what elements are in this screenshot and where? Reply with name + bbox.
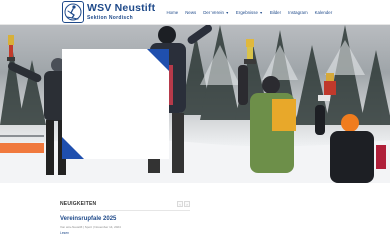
skier-logo-icon <box>62 1 84 23</box>
nav-item-label: Bilder <box>269 10 282 15</box>
news-section-label: NEUIGKEITEN <box>60 201 97 207</box>
site-logo[interactable]: WSV Neustift Sektion Nordisch <box>62 1 155 23</box>
chevron-down-icon: ▼ <box>225 10 229 15</box>
read-more-link[interactable]: Lesen <box>60 231 69 235</box>
hero-photo-illustration <box>0 25 390 183</box>
nav-item-news[interactable]: News <box>182 8 200 17</box>
site-header: WSV Neustift Sektion Nordisch Home News … <box>0 0 390 25</box>
nav-item-instagram[interactable]: Instagram <box>285 8 312 17</box>
corner-accent-icon <box>147 49 169 71</box>
nav-item-label: Instagram <box>288 10 308 15</box>
brand-title: WSV Neustift <box>87 2 156 15</box>
nav-item-home[interactable]: Home <box>163 8 182 17</box>
chevron-left-icon[interactable]: ‹ <box>177 201 183 207</box>
news-section: NEUIGKEITEN ‹ › Vereinsrupfale 2025 Von … <box>0 183 390 240</box>
nav-item-label: News <box>185 10 197 15</box>
chevron-right-icon[interactable]: › <box>184 201 190 207</box>
news-header: NEUIGKEITEN ‹ › <box>60 201 190 211</box>
article-title-link[interactable]: Vereinsrupfale 2025 <box>60 216 116 222</box>
hero-photo <box>0 25 390 183</box>
brand-subtitle: Sektion Nordisch <box>87 14 133 21</box>
chevron-down-icon: ▼ <box>259 10 263 15</box>
nav-item-kalender[interactable]: Kalender <box>311 8 336 17</box>
nav-item-label: Der Verein <box>203 10 224 15</box>
hero-overlay-panel <box>62 49 169 159</box>
nav-item-label: Ergebnisse <box>235 10 258 15</box>
article-meta: Von wsv-Neustift | Sport | November 14, … <box>60 225 121 229</box>
corner-accent-icon <box>62 137 84 159</box>
nav-item-label: Home <box>166 10 179 15</box>
page: WSV Neustift Sektion Nordisch Home News … <box>0 0 390 240</box>
news-carousel-controls: ‹ › <box>177 201 190 207</box>
nav-item-bilder[interactable]: Bilder <box>266 8 284 17</box>
nav-item-ergebnisse[interactable]: Ergebnisse ▼ <box>232 8 266 17</box>
main-navigation: Home News Der Verein ▼ Ergebnisse ▼ Bilder… <box>163 8 336 17</box>
nav-item-der-verein[interactable]: Der Verein ▼ <box>200 8 233 17</box>
nav-item-label: Kalender <box>314 10 333 15</box>
